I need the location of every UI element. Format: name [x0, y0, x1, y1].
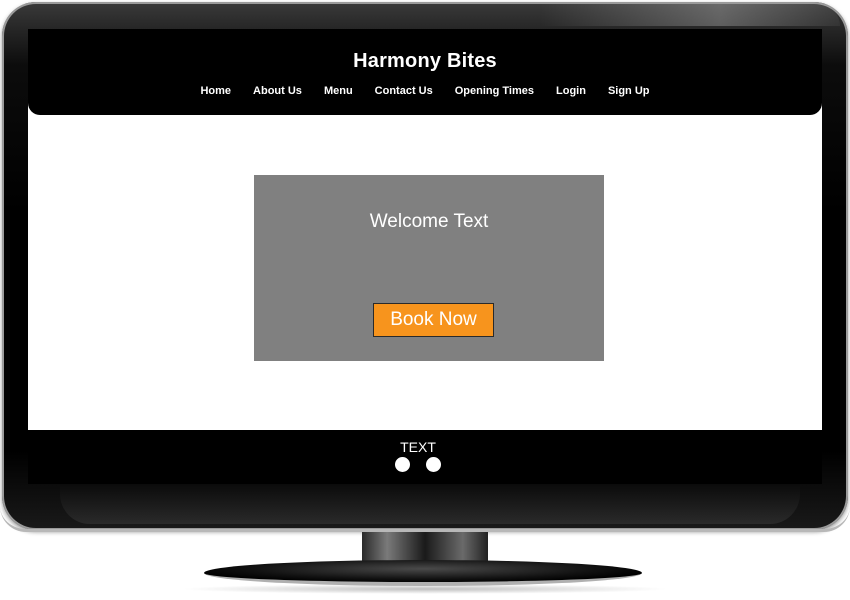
carousel-dots [28, 457, 808, 472]
bezel-rim [0, 506, 850, 532]
monitor-frame: Harmony Bites Home About Us Menu Contact… [0, 0, 850, 600]
hero-banner: Welcome Text Book Now [254, 175, 604, 361]
site-header: Harmony Bites Home About Us Menu Contact… [28, 29, 822, 115]
nav-item-sign-up[interactable]: Sign Up [597, 85, 661, 97]
nav-item-login[interactable]: Login [545, 85, 597, 97]
footer-text: TEXT [400, 439, 436, 455]
nav-item-opening-times[interactable]: Opening Times [444, 85, 545, 97]
welcome-text: Welcome Text [369, 211, 489, 232]
nav-item-menu[interactable]: Menu [313, 85, 364, 97]
bezel-highlight [540, 4, 840, 26]
nav-item-home[interactable]: Home [189, 85, 242, 97]
book-now-button[interactable]: Book Now [373, 303, 494, 337]
main-nav: Home About Us Menu Contact Us Opening Ti… [28, 85, 822, 97]
carousel-dot-1[interactable] [395, 457, 410, 472]
screen: Harmony Bites Home About Us Menu Contact… [28, 29, 822, 484]
site-title: Harmony Bites [353, 50, 497, 72]
nav-item-about-us[interactable]: About Us [242, 85, 313, 97]
nav-item-contact-us[interactable]: Contact Us [364, 85, 444, 97]
carousel-dot-2[interactable] [426, 457, 441, 472]
monitor-stand-base [204, 560, 642, 586]
site-footer: TEXT [28, 430, 822, 484]
